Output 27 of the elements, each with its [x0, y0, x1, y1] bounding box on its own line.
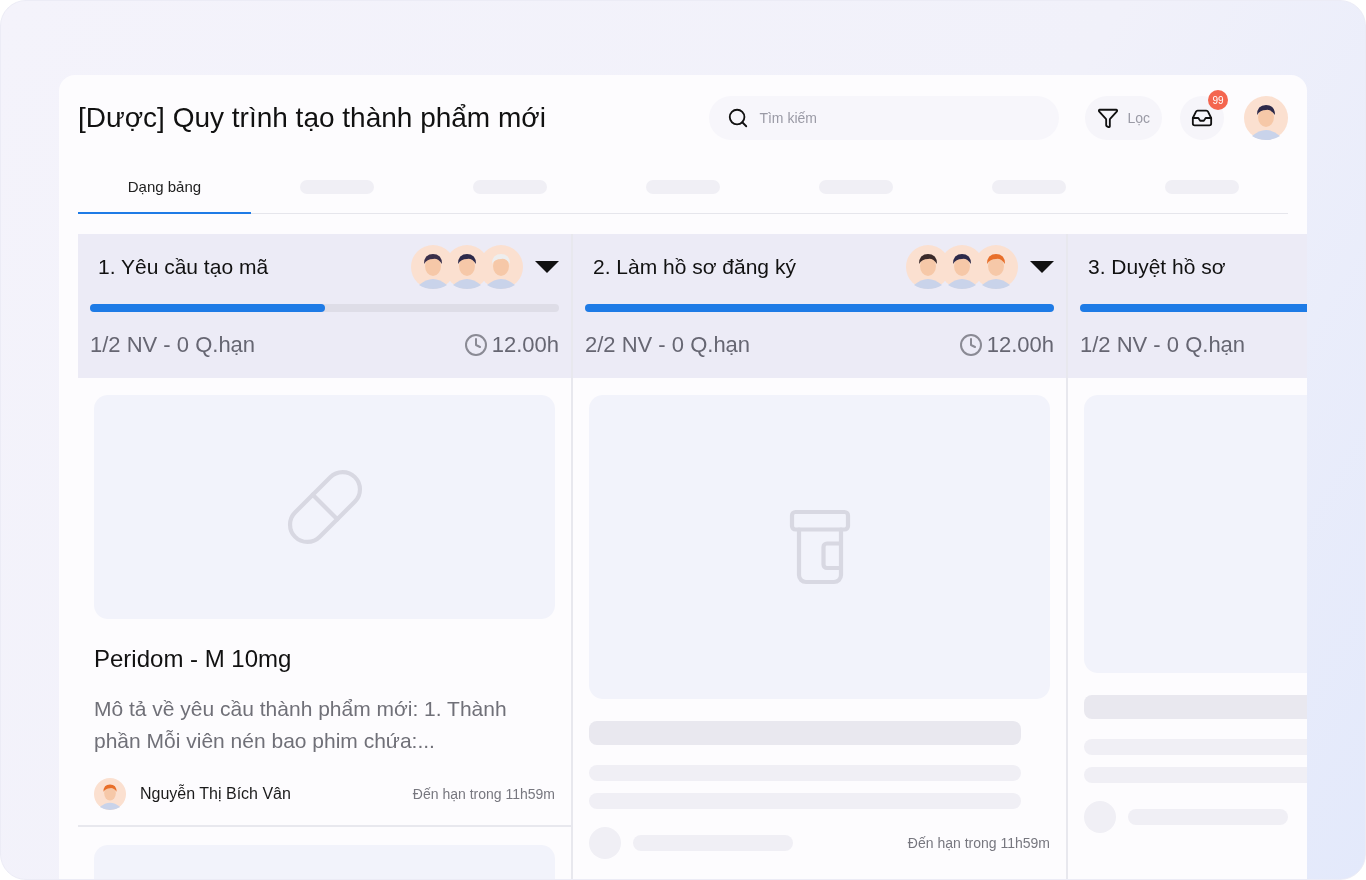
due-text: Đến hạn trong 11h59m: [907, 835, 1050, 851]
column-stats: 1/2 NV - 0 Q.hạn: [1080, 332, 1247, 358]
time-text: 12.00h: [986, 332, 1054, 358]
card-description: Mô tả về yêu cầu thành phẩm mới: 1. Thành phần Mỗi viên nén bao phim chứa:...: [94, 696, 508, 754]
avatar-icon: [1244, 96, 1288, 140]
column-title: 1. Yêu cầu tạo mã: [98, 255, 270, 279]
filter-icon: [1097, 107, 1120, 129]
notification-badge: 99: [1208, 90, 1228, 110]
inbox-button[interactable]: [1180, 96, 1224, 140]
clock-icon: [958, 333, 983, 357]
tab[interactable]: Dạng bảng: [78, 161, 251, 214]
column-stats: 2/2 NV - 0 Q.hạn: [585, 332, 752, 358]
clock-icon: [463, 333, 488, 357]
caret-icon[interactable]: [1030, 261, 1054, 273]
caret-icon[interactable]: [535, 261, 559, 273]
avatar-icon: [94, 778, 126, 810]
search-icon: [727, 107, 750, 129]
column-title: 3. Duyệt hồ sơ: [1088, 255, 1227, 279]
assignee-name: Nguyễn Thị Bích Vân: [140, 785, 292, 803]
column-stats: 1/2 NV - 0 Q.hạn: [90, 332, 257, 358]
column-title: 2. Làm hồ sơ đăng ký: [593, 255, 797, 279]
inbox-icon: [1191, 107, 1213, 129]
card-title: Peridom - M 10mg: [94, 645, 293, 673]
due-text: Đến hạn trong 11h59m: [412, 786, 555, 802]
time-text: 12.00h: [491, 332, 559, 358]
page-title: [Dược] Quy trình tạo thành phẩm mới: [78, 102, 547, 134]
search-field[interactable]: Tìm kiếm: [709, 96, 1060, 140]
